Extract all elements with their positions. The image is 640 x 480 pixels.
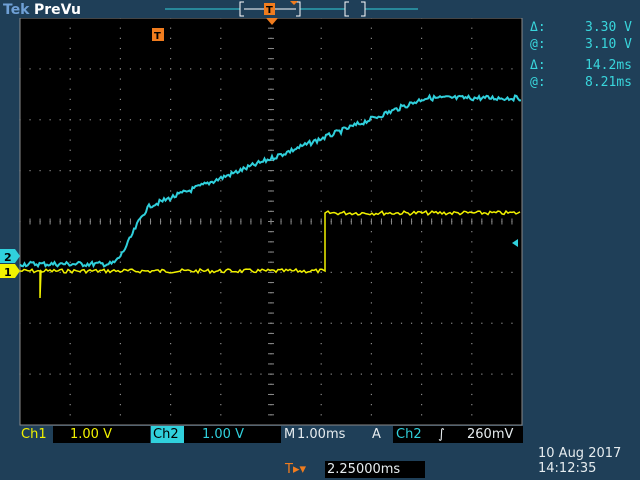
svg-text:2: 2: [4, 251, 12, 264]
brand-logo: Tek: [3, 2, 30, 18]
svg-text:T: T: [154, 31, 161, 42]
voltage-at-value: 3.10 V: [585, 37, 632, 52]
voltage-delta-symbol: Δ:: [530, 20, 546, 35]
time-at-symbol: @:: [530, 75, 546, 90]
trigger-t-marker-icon: T: [152, 28, 164, 42]
ch1-ground-marker[interactable]: 1: [0, 264, 20, 279]
cursor-readout-panel: Δ: 3.30 V @: 3.10 V Δ: 14.2ms @: 8.21ms: [528, 20, 640, 92]
ch1-scale: 1.00 V: [70, 427, 112, 442]
ch1-label: Ch1: [21, 427, 47, 442]
svg-text:1: 1: [4, 266, 12, 279]
ch2-scale: 1.00 V: [202, 427, 244, 442]
ch2-label: Ch2: [153, 427, 179, 442]
datetime-display: 10 Aug 2017 14:12:35: [538, 446, 638, 476]
timebase-label: M: [284, 427, 296, 442]
trigger-position-value: 2.25000ms: [327, 462, 401, 477]
trigger-level: 260mV: [467, 427, 514, 442]
ch2-ground-marker[interactable]: 2: [0, 249, 20, 264]
timebase-value: 1.00ms: [297, 427, 346, 442]
svg-text:T: T: [266, 5, 273, 16]
voltage-delta-value: 3.30 V: [585, 20, 632, 35]
time-delta-value: 14.2ms: [585, 58, 632, 73]
trigger-slope-icon: ∫: [438, 427, 445, 442]
date-text: 10 Aug 2017: [538, 446, 622, 461]
voltage-at-symbol: @:: [530, 37, 546, 52]
acquisition-mode: PreVu: [34, 2, 81, 18]
trigger-mode: A: [372, 427, 381, 442]
trigger-position-prefix-icon: T▸▾: [285, 462, 306, 477]
time-at-value: 8.21ms: [585, 75, 632, 90]
time-delta-symbol: Δ:: [530, 58, 546, 73]
trigger-source: Ch2: [396, 427, 422, 442]
time-text: 14:12:35: [538, 461, 597, 476]
